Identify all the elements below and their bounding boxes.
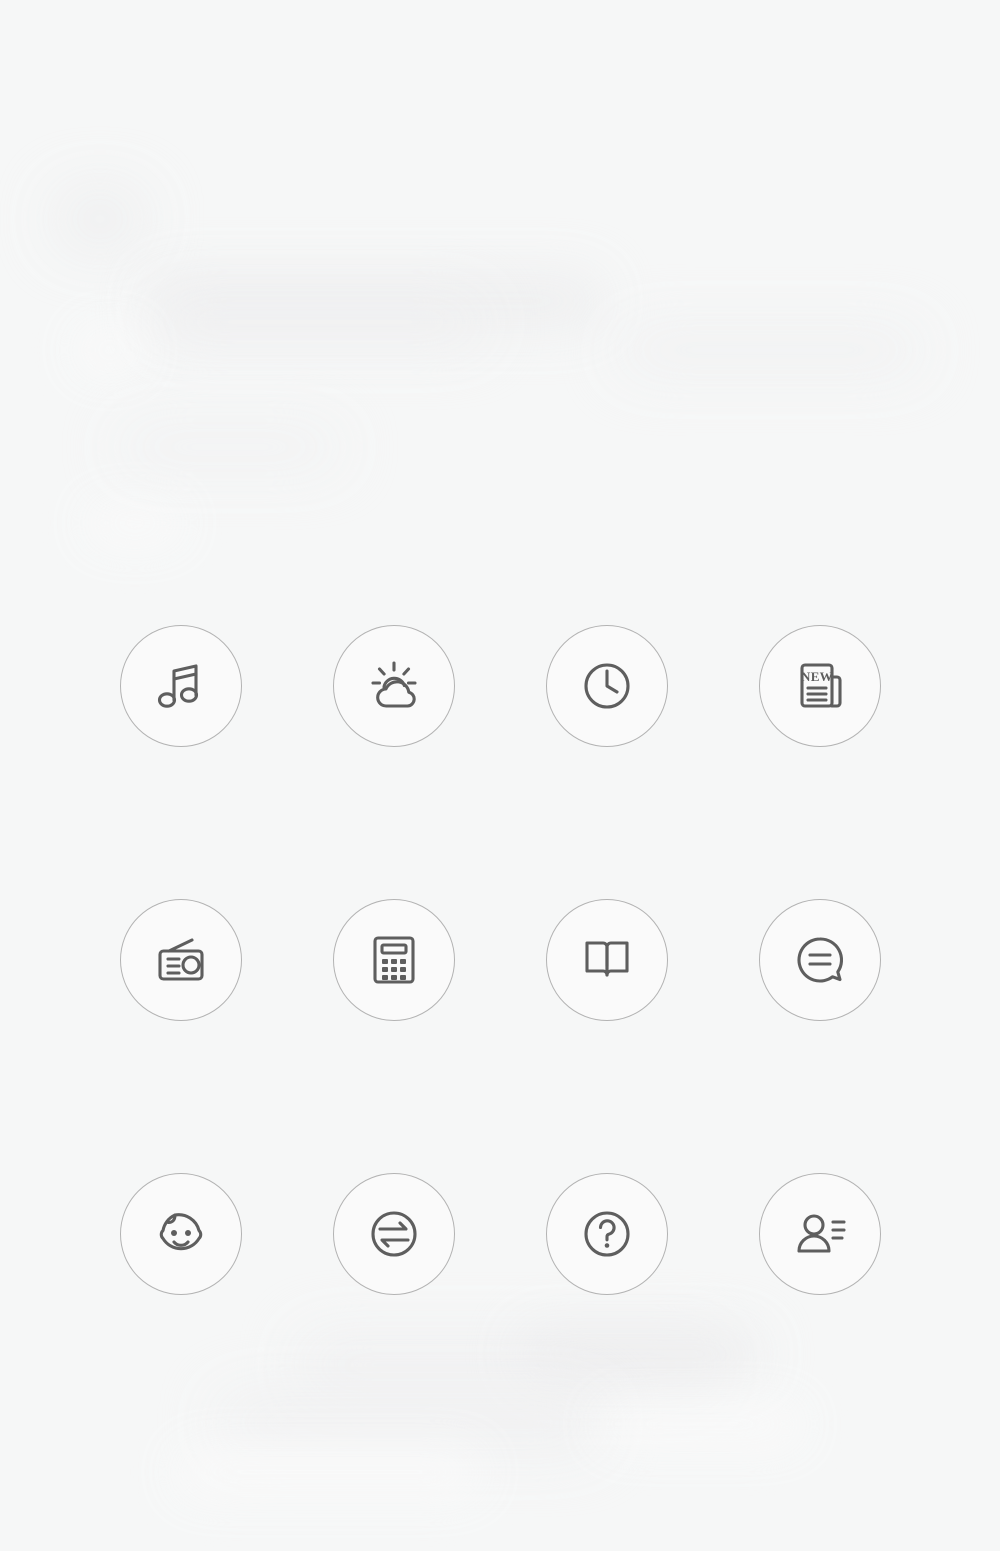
question-mark-glyph bbox=[584, 1211, 630, 1257]
clock-icon[interactable] bbox=[546, 625, 668, 747]
newspaper-icon[interactable]: NEW bbox=[759, 625, 881, 747]
open-book-glyph bbox=[585, 941, 629, 977]
transfer-arrows-glyph bbox=[371, 1211, 417, 1257]
open-book-icon[interactable] bbox=[546, 899, 668, 1021]
calculator-glyph bbox=[373, 936, 415, 984]
radio-icon[interactable] bbox=[120, 899, 242, 1021]
sun-behind-cloud-glyph bbox=[371, 661, 417, 708]
baby-face-glyph bbox=[159, 1213, 203, 1251]
clock-glyph bbox=[584, 663, 630, 709]
baby-face-icon[interactable] bbox=[120, 1173, 242, 1295]
calculator-icon[interactable] bbox=[333, 899, 455, 1021]
chat-bubble-glyph bbox=[797, 937, 843, 983]
music-note-icon[interactable] bbox=[120, 625, 242, 747]
chat-bubble-icon[interactable] bbox=[759, 899, 881, 1021]
help-question-icon[interactable] bbox=[546, 1173, 668, 1295]
newspaper-glyph: NEW bbox=[800, 663, 842, 708]
radio-glyph bbox=[158, 938, 204, 981]
icon-grid: NEW bbox=[0, 0, 1000, 1551]
newspaper-new-label: NEW bbox=[801, 669, 833, 684]
music-note-glyph bbox=[157, 664, 199, 708]
contact-person-icon[interactable] bbox=[759, 1173, 881, 1295]
person-with-lines-glyph bbox=[797, 1214, 846, 1253]
transfer-arrows-icon[interactable] bbox=[333, 1173, 455, 1295]
weather-icon[interactable] bbox=[333, 625, 455, 747]
